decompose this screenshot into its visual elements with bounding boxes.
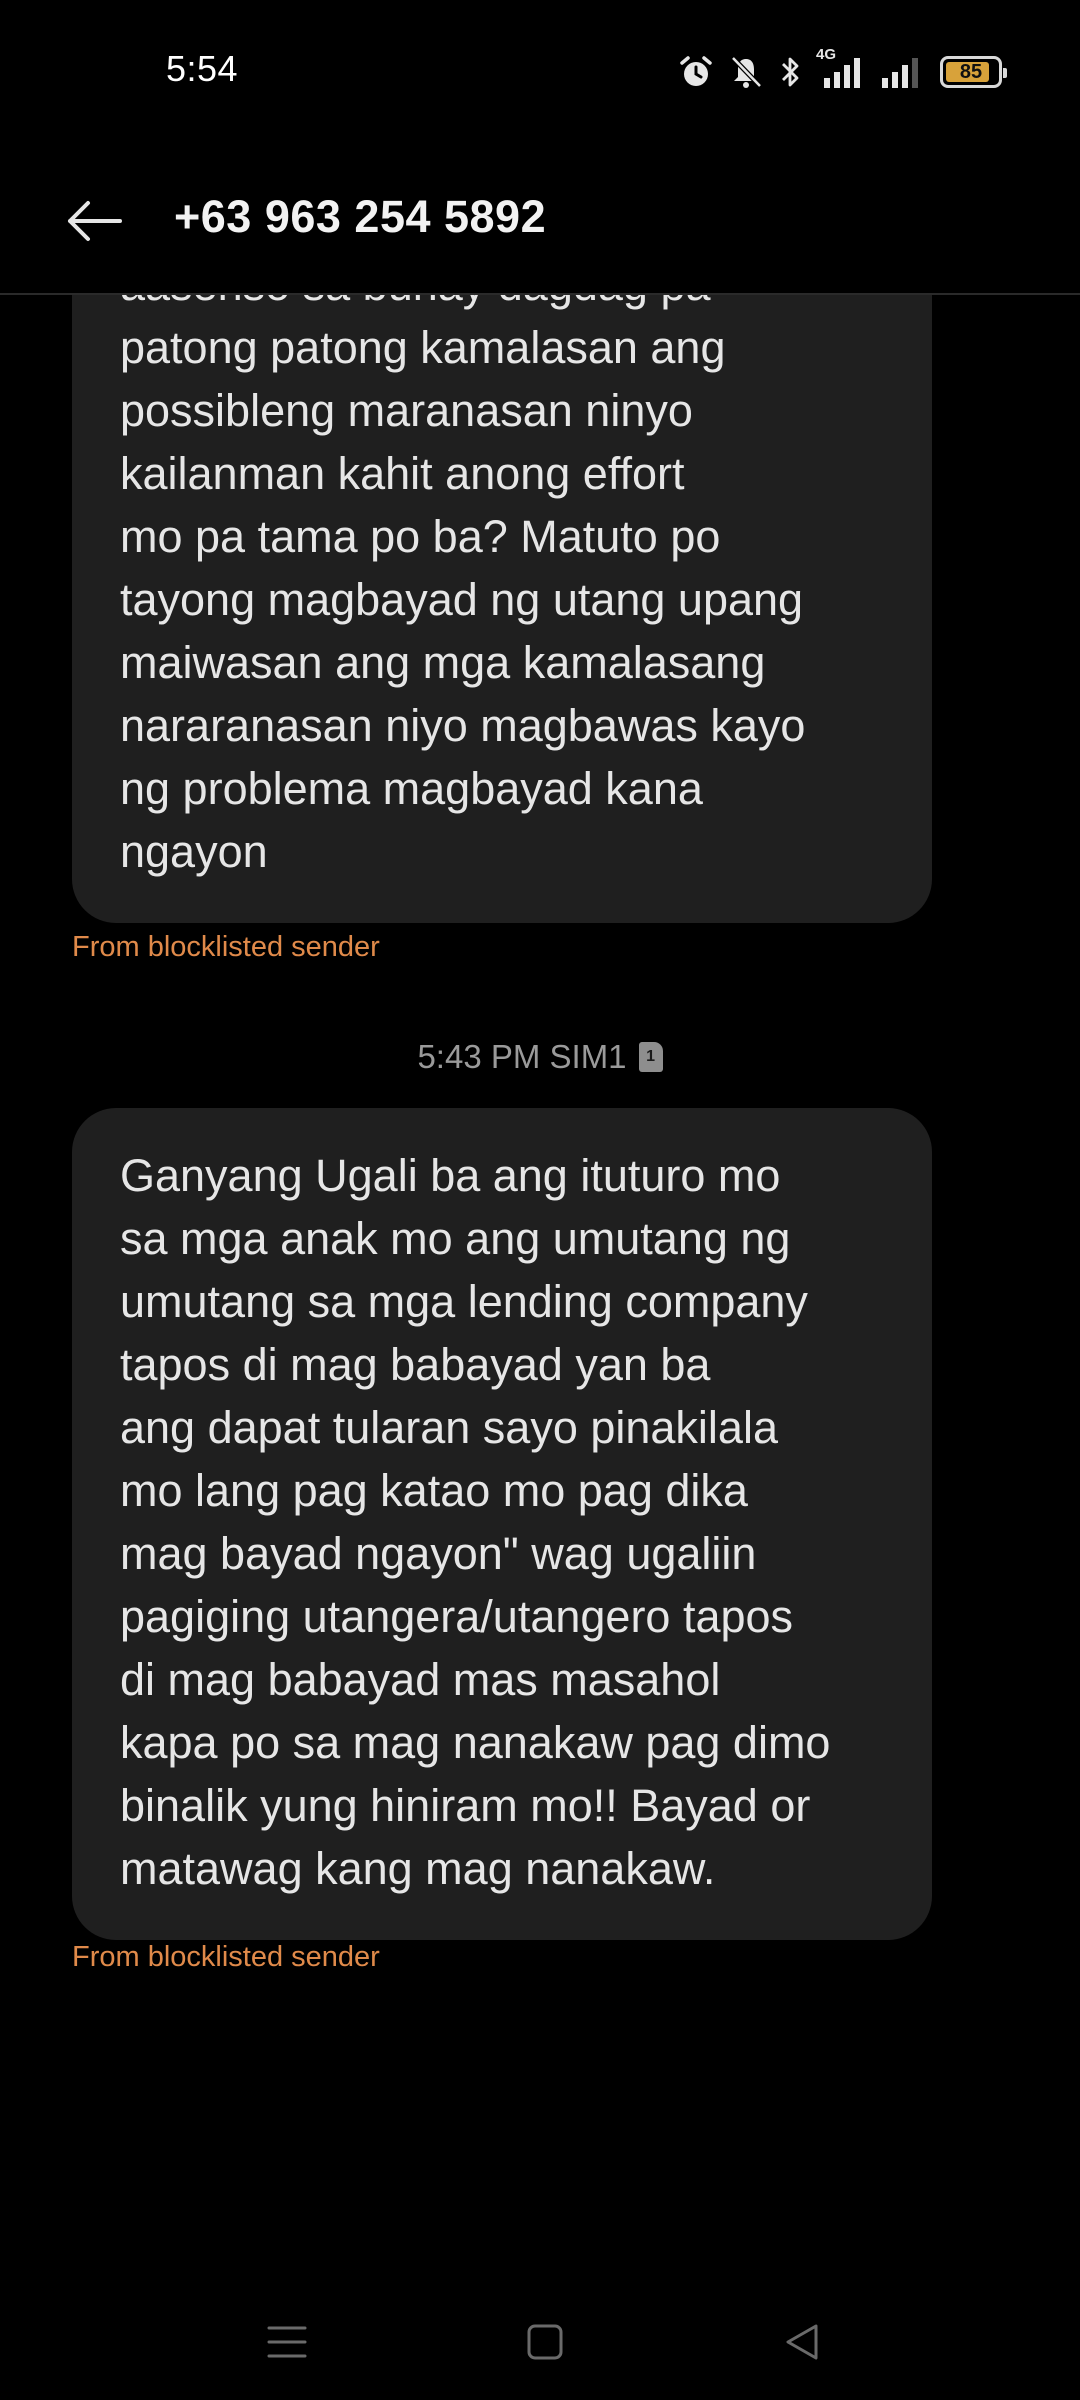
blocklisted-sender-note: From blocklisted sender: [72, 931, 380, 963]
back-triangle-icon: [786, 2324, 818, 2360]
conversation-header: +63 963 254 5892: [0, 145, 1080, 295]
status-icons: 4G 85: [678, 46, 1007, 94]
status-bar: 5:54 4G 85: [0, 0, 1080, 145]
signal-sim2-icon: [882, 58, 918, 88]
recent-apps-button[interactable]: [257, 2312, 317, 2372]
message-bubble[interactable]: aasenso sa buhay dagdag pa patong patong…: [72, 293, 932, 923]
contact-number-title: +63 963 254 5892: [174, 191, 547, 242]
back-button[interactable]: [62, 189, 126, 253]
blocklisted-sender-note: From blocklisted sender: [72, 1941, 380, 1973]
message-timestamp: 5:43 PM SIM1 1: [0, 1038, 1080, 1076]
alarm-icon: [680, 56, 712, 86]
menu-icon: [267, 2326, 307, 2358]
message-bubble[interactable]: Ganyang Ugali ba ang ituturo mo sa mga a…: [72, 1108, 932, 1940]
bluetooth-icon: [782, 57, 799, 87]
arrow-left-icon: [68, 201, 122, 241]
timestamp-text: 5:43 PM SIM1: [417, 1038, 627, 1075]
status-time: 5:54: [166, 48, 239, 89]
system-navigation-bar: [0, 2290, 1080, 2400]
system-back-button[interactable]: [772, 2312, 832, 2372]
sim-card-icon: 1: [638, 1042, 663, 1072]
battery-level: 85: [959, 60, 983, 83]
sim-number: 1: [646, 1048, 655, 1065]
home-button[interactable]: [515, 2312, 575, 2372]
battery-icon: 85: [940, 56, 1007, 88]
home-square-icon: [527, 2324, 563, 2360]
mute-icon: [731, 56, 762, 88]
signal-sim1-icon: 4G: [816, 46, 866, 90]
message-list[interactable]: aasenso sa buhay dagdag pa patong patong…: [0, 293, 1080, 2293]
